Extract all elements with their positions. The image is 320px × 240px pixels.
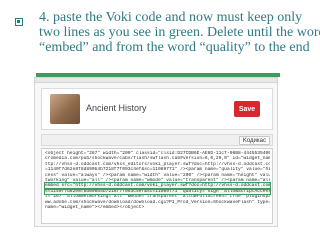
voki-widget-row: Ancient History Save [41, 88, 273, 130]
embed-code-textarea[interactable]: <object height="267" width="200" classid… [41, 148, 273, 224]
avatar-thumbnail [50, 94, 80, 124]
copy-code-button[interactable]: Kодикас [238, 136, 270, 145]
widget-title: Ancient History [86, 103, 147, 113]
code-line: t="267" allowNetworking="all" wmode="tra… [45, 194, 270, 200]
instruction-line: “embed” and from the word “quality” to t… [39, 40, 310, 55]
panel-header-bar [35, 78, 277, 83]
bullet-icon [15, 18, 23, 26]
voki-embed-screenshot: Ancient History Save Kодикас <object hei… [34, 77, 278, 227]
save-button[interactable]: Save [234, 101, 260, 117]
instruction-line: two lines as you see in green. Delete un… [39, 25, 320, 40]
code-line: =1140f7d62e8f8d890b4b7218f7f093c4ef&sc=1… [45, 167, 270, 173]
instruction-line: 4. paste the Voki code and now must keep… [39, 10, 303, 25]
code-toolbar: Kодикас [41, 134, 273, 146]
code-line: name="widget_name"></embed></object> [45, 205, 145, 211]
instruction-text: 4. paste the Voki code and now must keep… [39, 10, 320, 55]
